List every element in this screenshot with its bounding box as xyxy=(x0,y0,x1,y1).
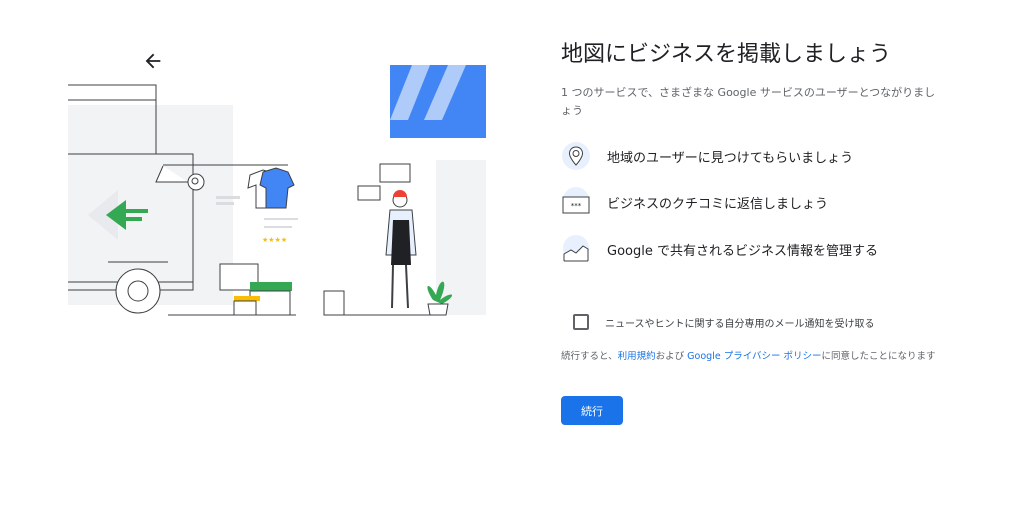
content-panel: 地図にビジネスを掲載しましょう 1 つのサービスで、さまざまな Google サ… xyxy=(561,40,941,425)
svg-text:***: *** xyxy=(571,202,582,210)
background-panel xyxy=(436,160,486,315)
person-legs xyxy=(391,264,409,309)
email-optin-label[interactable]: ニュースやヒントに関する自分専用のメール通知を受け取る xyxy=(605,315,875,330)
green-speed-line xyxy=(126,217,142,221)
terms-of-service-link[interactable]: 利用規約 xyxy=(618,351,656,362)
feature-item-find: 地域のユーザーに見つけてもらいましょう xyxy=(561,141,853,171)
speech-bubble xyxy=(379,163,411,183)
terms-prefix: 続行すると、 xyxy=(561,351,618,362)
shopping-bag xyxy=(323,290,345,316)
box-top-yellow xyxy=(234,296,260,301)
page-subtitle: 1 つのサービスで、さまざまな Google サービスのユーザーとつながりましょ… xyxy=(561,86,936,117)
feature-item-manage: Google で共有されるビジネス情報を管理する xyxy=(561,234,878,264)
terms-middle: および xyxy=(655,351,688,362)
person-apron xyxy=(391,220,411,265)
privacy-policy-link[interactable]: Google プライバシー ポリシー xyxy=(687,351,821,362)
storefront-illustration: ★★★★ xyxy=(68,65,486,316)
box-top-green xyxy=(250,282,292,291)
continue-button[interactable]: 続行 xyxy=(561,396,623,425)
email-optin: ニュースやヒントに関する自分専用のメール通知を受け取る xyxy=(573,314,875,330)
email-optin-checkbox[interactable] xyxy=(573,314,589,330)
plant-pot xyxy=(427,303,449,316)
map-pin-icon xyxy=(562,142,590,170)
feature-text: 地域のユーザーに見つけてもらいましょう xyxy=(607,150,854,166)
review-stars-icon: *** xyxy=(562,187,590,214)
terms-notice: 続行すると、利用規約および Google プライバシー ポリシーに同意したことに… xyxy=(561,350,939,364)
green-speed-line xyxy=(126,209,148,213)
box xyxy=(233,300,257,316)
feature-text: ビジネスのクチコミに返信しましょう xyxy=(607,196,829,212)
listing-line xyxy=(264,218,298,220)
page-title: 地図にビジネスを掲載しましょう xyxy=(561,42,892,67)
page: ★★★★ 地図にビジネスを掲載しましょう 1 つのサービスで、さまざまな Goo… xyxy=(0,0,1024,525)
analytics-chart-icon xyxy=(563,235,589,262)
feature-text: Google で共有されるビジネス情報を管理する xyxy=(607,243,878,259)
person-hair xyxy=(393,190,407,197)
feature-item-reviews: *** ビジネスのクチコミに返信しましょう xyxy=(561,187,828,217)
listing-line xyxy=(216,202,234,205)
truck-hubcap xyxy=(127,280,149,302)
terms-suffix: に同意したことになります xyxy=(821,351,936,362)
speech-bubble xyxy=(357,185,381,201)
listing-line xyxy=(216,196,240,199)
listing-stars: ★★★★ xyxy=(262,236,287,244)
listing-line xyxy=(264,226,292,228)
magnifier-circle xyxy=(187,173,205,191)
